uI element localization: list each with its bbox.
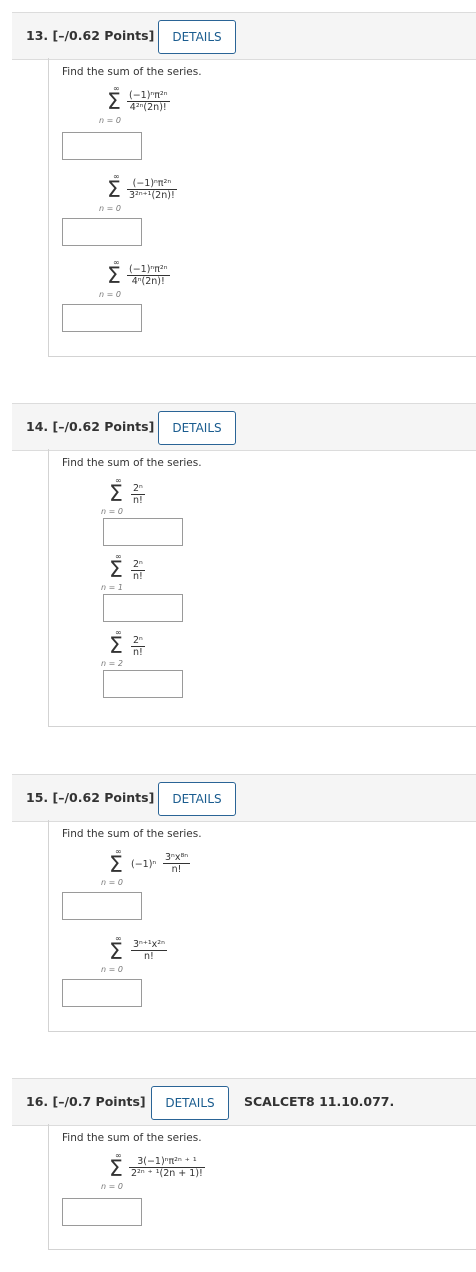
- sigma-icon: Σ: [109, 940, 123, 965]
- series-expression: ∞ Σ n = 0 2ⁿ n!: [101, 476, 187, 516]
- question-header: 15. [–/0.62 Points] DETAILS: [12, 774, 476, 822]
- question-header: 13. [–/0.62 Points] DETAILS: [12, 12, 476, 60]
- sigma-icon: Σ: [107, 90, 121, 115]
- sum-lower-limit: n = 0: [99, 116, 121, 125]
- fraction-numerator: 3(−1)ⁿπ²ⁿ ⁺ ¹: [137, 1156, 197, 1167]
- fraction-numerator: (−1)ⁿπ²ⁿ: [129, 90, 168, 101]
- fraction-numerator: (−1)ⁿπ²ⁿ: [132, 178, 172, 189]
- question-points: [–/0.7 Points]: [52, 1094, 146, 1109]
- fraction-denominator: n!: [133, 571, 143, 582]
- fraction-numerator: (−1)ⁿπ²ⁿ: [129, 264, 168, 275]
- question-points: [–/0.62 Points]: [52, 790, 155, 805]
- series-prefix: (−1)ⁿ: [131, 859, 157, 870]
- series-expression: ∞ Σ n = 0 (−1)ⁿπ²ⁿ 3²ⁿ⁺¹(2n)!: [99, 172, 235, 216]
- fraction-denominator: 4ⁿ(2n)!: [131, 276, 165, 287]
- question-body: Find the sum of the series. ∞ Σ n = 0 (−…: [48, 58, 476, 357]
- question-prompt: Find the sum of the series.: [62, 457, 202, 469]
- question-body: Find the sum of the series. ∞ Σ n = 0 3(…: [48, 1124, 476, 1250]
- question-header: 14. [–/0.62 Points] DETAILS: [12, 403, 476, 451]
- series-fraction: 3(−1)ⁿπ²ⁿ ⁺ ¹ 2²ⁿ ⁺ ¹(2n + 1)!: [129, 1156, 205, 1179]
- details-button[interactable]: DETAILS: [158, 20, 236, 54]
- question-body: Find the sum of the series. ∞ Σ n = 0 2ⁿ…: [48, 449, 476, 727]
- series-expression: ∞ Σ n = 0 3ⁿ⁺¹x²ⁿ n!: [101, 934, 247, 974]
- sigma-icon: Σ: [109, 634, 123, 659]
- series-fraction: 2ⁿ n!: [131, 559, 145, 582]
- sum-lower-limit: n = 1: [101, 583, 123, 592]
- series-fraction: 3ⁿx⁸ⁿ n!: [163, 852, 191, 875]
- sigma-icon: Σ: [109, 482, 123, 507]
- fraction-denominator: 3²ⁿ⁺¹(2n)!: [129, 190, 175, 201]
- series-fraction: (−1)ⁿπ²ⁿ 4²ⁿ(2n)!: [127, 90, 170, 113]
- details-button[interactable]: DETAILS: [151, 1086, 229, 1120]
- series-expression: ∞ Σ n = 0 (−1)ⁿ 3ⁿx⁸ⁿ n!: [101, 847, 247, 887]
- sigma-icon: Σ: [109, 853, 123, 878]
- sigma-icon: Σ: [109, 558, 123, 583]
- fraction-denominator: 2²ⁿ ⁺ ¹(2n + 1)!: [131, 1168, 203, 1179]
- answer-input[interactable]: [62, 892, 142, 920]
- fraction-denominator: 4²ⁿ(2n)!: [129, 102, 167, 113]
- answer-input[interactable]: [62, 1198, 142, 1226]
- series-expression: ∞ Σ n = 0 (−1)ⁿπ²ⁿ 4ⁿ(2n)!: [99, 258, 235, 302]
- answer-input[interactable]: [103, 518, 183, 546]
- series-expression: ∞ Σ n = 1 2ⁿ n!: [101, 552, 187, 592]
- sigma-icon: Σ: [107, 264, 121, 289]
- details-button[interactable]: DETAILS: [158, 411, 236, 445]
- question-header: 16. [–/0.7 Points] DETAILS SCALCET8 11.1…: [12, 1078, 476, 1126]
- sum-lower-limit: n = 0: [101, 878, 123, 887]
- series-expression: ∞ Σ n = 2 2ⁿ n!: [101, 628, 187, 668]
- fraction-numerator: 2ⁿ: [133, 635, 143, 646]
- sum-lower-limit: n = 0: [101, 1182, 123, 1191]
- sigma-icon: Σ: [107, 178, 121, 203]
- answer-input[interactable]: [103, 670, 183, 698]
- question-number-points: 16. [–/0.7 Points]: [26, 1094, 146, 1109]
- question-prompt: Find the sum of the series.: [62, 1132, 202, 1144]
- question-number-points: 13. [–/0.62 Points]: [26, 28, 154, 43]
- question-number: 13.: [26, 28, 49, 43]
- question-body: Find the sum of the series. ∞ Σ n = 0 (−…: [48, 820, 476, 1032]
- question-points: [–/0.62 Points]: [52, 28, 155, 43]
- sum-lower-limit: n = 0: [101, 965, 123, 974]
- answer-input[interactable]: [103, 594, 183, 622]
- question-number-points: 14. [–/0.62 Points]: [26, 419, 154, 434]
- series-fraction: 2ⁿ n!: [131, 635, 145, 658]
- series-expression: ∞ Σ n = 0 3(−1)ⁿπ²ⁿ ⁺ ¹ 2²ⁿ ⁺ ¹(2n + 1)!: [101, 1151, 277, 1191]
- question-number: 16.: [26, 1094, 49, 1109]
- fraction-numerator: 2ⁿ: [133, 559, 143, 570]
- series-fraction: 3ⁿ⁺¹x²ⁿ n!: [131, 939, 167, 962]
- fraction-denominator: n!: [133, 495, 143, 506]
- sum-lower-limit: n = 0: [99, 290, 121, 299]
- answer-input[interactable]: [62, 304, 142, 332]
- series-fraction: (−1)ⁿπ²ⁿ 3²ⁿ⁺¹(2n)!: [127, 178, 177, 201]
- question-prompt: Find the sum of the series.: [62, 66, 202, 78]
- details-button[interactable]: DETAILS: [158, 782, 236, 816]
- series-fraction: (−1)ⁿπ²ⁿ 4ⁿ(2n)!: [127, 264, 170, 287]
- fraction-denominator: n!: [171, 864, 182, 875]
- question-number: 15.: [26, 790, 49, 805]
- answer-input[interactable]: [62, 218, 142, 246]
- question-prompt: Find the sum of the series.: [62, 828, 202, 840]
- question-number-points: 15. [–/0.62 Points]: [26, 790, 154, 805]
- fraction-denominator: n!: [133, 647, 143, 658]
- problem-code: SCALCET8 11.10.077.: [244, 1094, 395, 1109]
- series-fraction: 2ⁿ n!: [131, 483, 145, 506]
- fraction-numerator: 3ⁿ⁺¹x²ⁿ: [133, 939, 165, 950]
- fraction-denominator: n!: [144, 951, 154, 962]
- answer-input[interactable]: [62, 979, 142, 1007]
- sum-lower-limit: n = 2: [101, 659, 123, 668]
- answer-input[interactable]: [62, 132, 142, 160]
- series-expression: ∞ Σ n = 0 (−1)ⁿπ²ⁿ 4²ⁿ(2n)!: [99, 84, 235, 128]
- sigma-icon: Σ: [109, 1157, 123, 1182]
- fraction-numerator: 2ⁿ: [133, 483, 143, 494]
- question-number: 14.: [26, 419, 49, 434]
- sum-lower-limit: n = 0: [99, 204, 121, 213]
- fraction-numerator: 3ⁿx⁸ⁿ: [165, 852, 189, 863]
- question-points: [–/0.62 Points]: [52, 419, 155, 434]
- sum-lower-limit: n = 0: [101, 507, 123, 516]
